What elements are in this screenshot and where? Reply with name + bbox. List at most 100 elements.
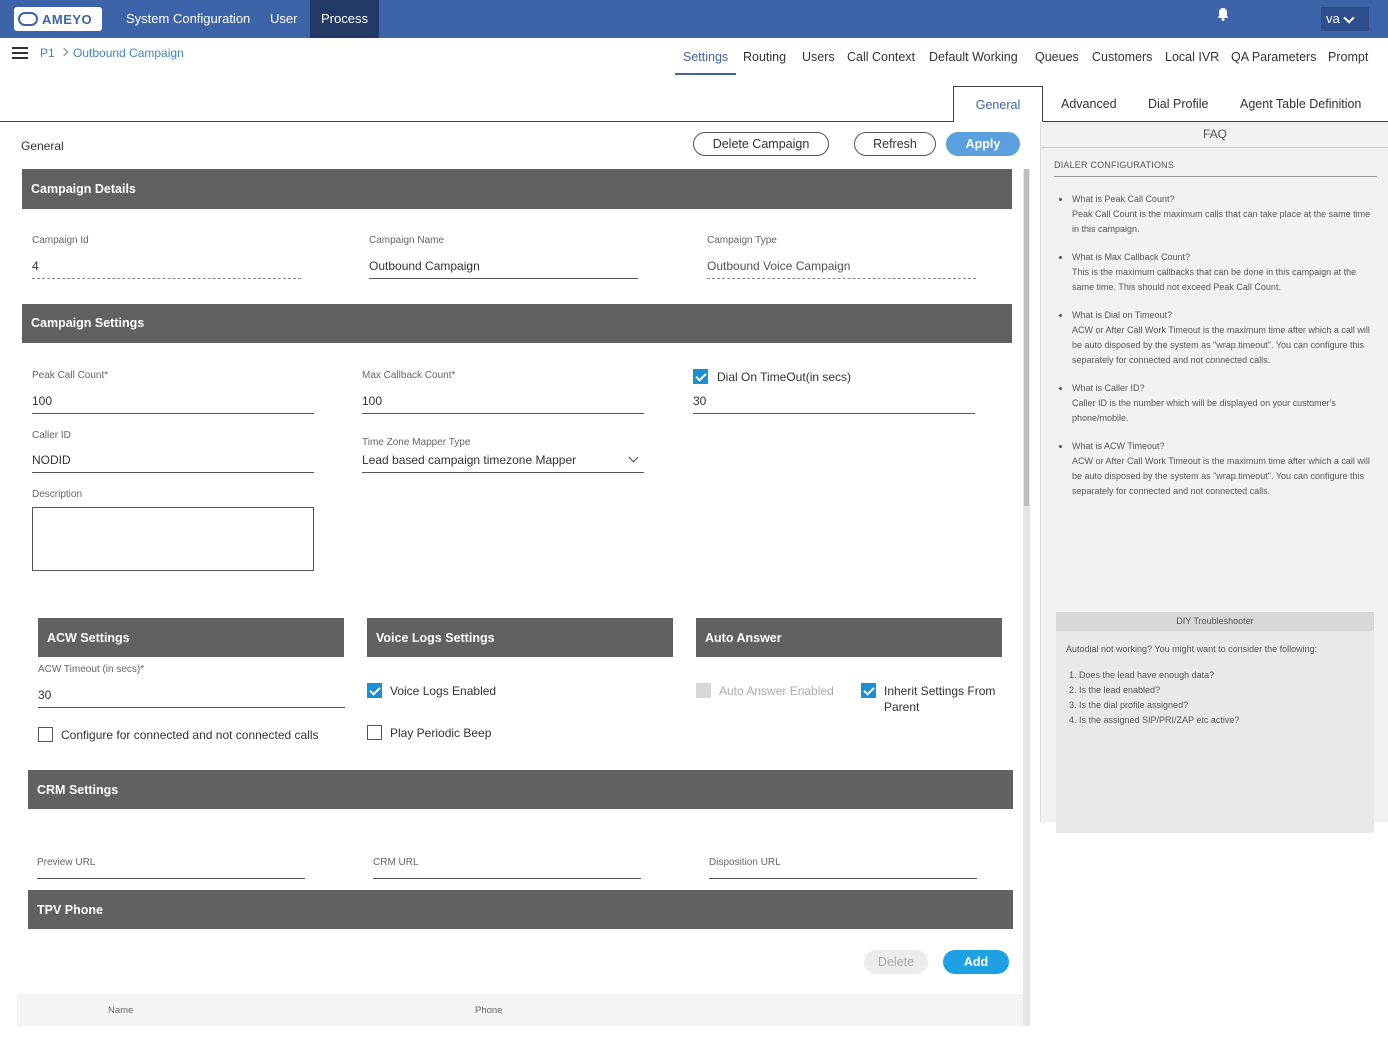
auto-answer-header: Auto Answer bbox=[696, 618, 1002, 657]
tab-agent-table-definition[interactable]: Agent Table Definition bbox=[1240, 97, 1361, 111]
auto-answer-enabled-label: Auto Answer Enabled bbox=[719, 684, 834, 698]
faq-question: What is Peak Call Count? bbox=[1072, 194, 1175, 204]
faq-item: What is Max Callback Count? This is the … bbox=[1059, 250, 1371, 295]
notification-bell-icon[interactable] bbox=[1216, 7, 1230, 21]
tab-users[interactable]: Users bbox=[802, 50, 835, 64]
faq-item: What is Caller ID? Caller ID is the numb… bbox=[1059, 381, 1371, 426]
tpv-phone-header: TPV Phone bbox=[28, 890, 1013, 929]
tab-settings[interactable]: Settings bbox=[675, 50, 737, 75]
faq-question: What is Dial on Timeout? bbox=[1072, 310, 1173, 320]
user-menu[interactable]: va bbox=[1321, 7, 1369, 31]
timezone-mapper-select[interactable]: Lead based campaign timezone Mapper bbox=[362, 452, 644, 473]
col-name-header[interactable]: Name bbox=[108, 1005, 133, 1016]
faq-subtitle: DIALER CONFIGURATIONS bbox=[1054, 160, 1175, 170]
dial-on-timeout-label: Dial On TimeOut(in secs) bbox=[717, 370, 852, 384]
tpv-add-button[interactable]: Add bbox=[943, 950, 1009, 974]
faq-answer: ACW or After Call Work Timeout is the ma… bbox=[1072, 325, 1370, 365]
preview-url-input[interactable] bbox=[37, 878, 305, 879]
inherit-settings-checkbox[interactable] bbox=[861, 683, 876, 698]
disposition-url-input[interactable] bbox=[709, 878, 977, 879]
tab-call-context[interactable]: Call Context bbox=[847, 50, 915, 64]
configure-connected-checkbox[interactable] bbox=[38, 727, 53, 742]
hamburger-menu-icon[interactable] bbox=[12, 47, 28, 59]
tpv-table-header bbox=[17, 994, 1023, 1026]
tab-queues[interactable]: Queues bbox=[1035, 50, 1079, 64]
crm-settings-header: CRM Settings bbox=[28, 770, 1013, 809]
faq-item: What is Dial on Timeout? ACW or After Ca… bbox=[1059, 308, 1371, 368]
tab-customers[interactable]: Customers bbox=[1092, 50, 1152, 64]
timezone-mapper-value: Lead based campaign timezone Mapper bbox=[362, 453, 577, 467]
caller-id-input[interactable]: NODID bbox=[32, 453, 314, 473]
pane-title: General bbox=[21, 139, 64, 153]
campaign-details-header: Campaign Details bbox=[22, 169, 1012, 209]
tab-advanced[interactable]: Advanced bbox=[1061, 97, 1117, 111]
tpv-delete-button: Delete bbox=[864, 950, 928, 974]
apply-button[interactable]: Apply bbox=[946, 132, 1020, 156]
campaign-name-label: Campaign Name bbox=[369, 235, 445, 246]
configure-connected-label: Configure for connected and not connecte… bbox=[61, 728, 319, 742]
nav-process[interactable]: Process bbox=[310, 0, 379, 38]
voice-logs-enabled-checkbox[interactable] bbox=[367, 683, 382, 698]
faq-answer: Caller ID is the number which will be di… bbox=[1072, 398, 1336, 423]
faq-answer: Peak Call Count is the maximum calls tha… bbox=[1072, 209, 1371, 234]
tab-local-ivr[interactable]: Local IVR bbox=[1165, 50, 1219, 64]
diy-item: 2. Is the lead enabled? bbox=[1069, 685, 1161, 695]
diy-item: 4. Is the assigned SIP/PRI/ZAP etc activ… bbox=[1069, 715, 1240, 725]
scrollbar-thumb[interactable] bbox=[1024, 169, 1029, 506]
tab-general[interactable]: General bbox=[953, 86, 1043, 122]
campaign-type-field: Outbound Voice Campaign bbox=[707, 259, 976, 279]
refresh-button[interactable]: Refresh bbox=[854, 132, 936, 156]
caller-id-label: Caller ID bbox=[32, 430, 71, 441]
campaign-name-field[interactable]: Outbound Campaign bbox=[369, 259, 638, 279]
faq-panel: FAQ DIALER CONFIGURATIONS What is Peak C… bbox=[1040, 122, 1388, 833]
diy-item: 3. Is the dial profile assigned? bbox=[1069, 700, 1189, 710]
nav-user[interactable]: User bbox=[258, 0, 309, 38]
inherit-settings-label-line1: Inherit Settings From bbox=[884, 684, 996, 698]
tab-divider bbox=[0, 121, 953, 122]
tab-default-working[interactable]: Default Working bbox=[929, 50, 1018, 64]
description-label: Description bbox=[32, 489, 83, 500]
faq-item: What is ACW Timeout? ACW or After Call W… bbox=[1059, 439, 1371, 499]
delete-campaign-button[interactable]: Delete Campaign bbox=[693, 132, 829, 156]
tab-prompt[interactable]: Prompt bbox=[1328, 50, 1368, 64]
acw-timeout-input[interactable]: 30 bbox=[38, 688, 345, 708]
max-callback-count-input[interactable]: 100 bbox=[362, 394, 644, 414]
divider bbox=[1054, 176, 1377, 177]
voice-logs-settings-header: Voice Logs Settings bbox=[367, 618, 673, 657]
tab-qa-parameters[interactable]: QA Parameters bbox=[1231, 50, 1316, 64]
col-phone-header[interactable]: Phone bbox=[475, 1005, 502, 1016]
peak-call-count-input[interactable]: 100 bbox=[32, 394, 314, 414]
logo-icon bbox=[18, 12, 38, 26]
breadcrumb-root[interactable]: P1 bbox=[40, 46, 55, 60]
faq-question: What is Caller ID? bbox=[1072, 383, 1145, 393]
campaign-type-label: Campaign Type bbox=[707, 235, 777, 246]
play-periodic-beep-label: Play Periodic Beep bbox=[390, 726, 492, 740]
tab-routing[interactable]: Routing bbox=[743, 50, 786, 64]
diy-list: 1. Does the lead have enough data? 2. Is… bbox=[1069, 668, 1239, 728]
logo-text: AMEYO bbox=[42, 11, 93, 27]
campaign-id-label: Campaign Id bbox=[32, 235, 89, 246]
disposition-url-label: Disposition URL bbox=[709, 857, 781, 868]
faq-question: What is ACW Timeout? bbox=[1072, 441, 1165, 451]
peak-call-count-label: Peak Call Count* bbox=[32, 370, 109, 381]
tab-dial-profile[interactable]: Dial Profile bbox=[1148, 97, 1208, 111]
faq-answer: This is the maximum callbacks that can b… bbox=[1072, 267, 1357, 292]
preview-url-label: Preview URL bbox=[37, 857, 96, 868]
max-callback-count-label: Max Callback Count* bbox=[362, 370, 456, 381]
dial-on-timeout-checkbox[interactable] bbox=[693, 369, 708, 384]
faq-item: What is Peak Call Count? Peak Call Count… bbox=[1059, 192, 1371, 237]
auto-answer-enabled-checkbox bbox=[696, 683, 711, 698]
play-periodic-beep-checkbox[interactable] bbox=[367, 725, 382, 740]
dial-on-timeout-input[interactable]: 30 bbox=[693, 394, 975, 414]
divider bbox=[1041, 147, 1388, 148]
description-textarea[interactable] bbox=[32, 507, 314, 571]
breadcrumb-current: Outbound Campaign bbox=[73, 46, 184, 60]
timezone-mapper-label: Time Zone Mapper Type bbox=[362, 437, 471, 448]
faq-list: What is Peak Call Count? Peak Call Count… bbox=[1059, 192, 1371, 512]
acw-timeout-label: ACW Timeout (in secs)* bbox=[38, 664, 145, 675]
crm-url-input[interactable] bbox=[373, 878, 641, 879]
faq-title: FAQ bbox=[1202, 127, 1227, 141]
ameyo-logo[interactable]: AMEYO bbox=[14, 7, 102, 31]
nav-system-configuration[interactable]: System Configuration bbox=[114, 0, 262, 38]
campaign-settings-header: Campaign Settings bbox=[22, 304, 1012, 343]
